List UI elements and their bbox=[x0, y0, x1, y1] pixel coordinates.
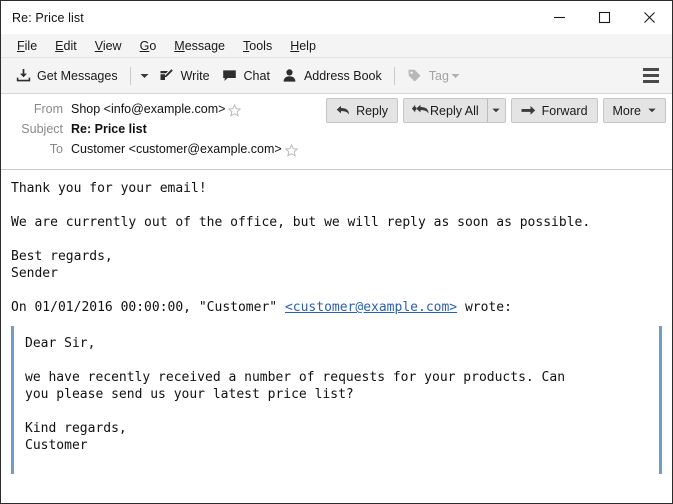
hamburger-menu-icon[interactable] bbox=[638, 63, 664, 88]
quote-attribution-suffix: wrote: bbox=[457, 300, 512, 315]
from-value-wrap: Shop <info@example.com> bbox=[71, 102, 242, 117]
write-button[interactable]: Write bbox=[153, 63, 216, 89]
from-label: From bbox=[33, 102, 63, 116]
get-messages-button[interactable]: Get Messages bbox=[9, 63, 124, 89]
reply-all-dropdown[interactable] bbox=[488, 99, 505, 122]
quote-attribution-prefix: On 01/01/2016 00:00:00, "Customer" bbox=[11, 300, 285, 315]
forward-arrow-icon bbox=[521, 105, 536, 116]
message-blank-2 bbox=[1, 231, 672, 248]
reply-button[interactable]: Reply bbox=[326, 98, 399, 123]
hamburger-bar-3 bbox=[643, 80, 659, 83]
window-title: Re: Price list bbox=[12, 10, 84, 25]
window-controls bbox=[537, 1, 672, 34]
reply-arrow-icon bbox=[336, 105, 350, 116]
message-signoff: Best regards, bbox=[11, 249, 113, 264]
message-greeting: Thank you for your email! bbox=[11, 181, 207, 196]
reply-all-split-button: Reply All bbox=[403, 98, 506, 123]
quote-line-1 bbox=[14, 352, 659, 369]
quoted-message-block: Dear Sir, we have recently received a nu… bbox=[11, 326, 662, 474]
message-body-pane: Thank you for your email! We are current… bbox=[1, 170, 672, 503]
more-chevron-down-icon bbox=[648, 108, 656, 113]
menu-edit[interactable]: Edit bbox=[46, 35, 86, 57]
chat-button[interactable]: Chat bbox=[216, 63, 276, 89]
quote-line-4 bbox=[14, 403, 659, 420]
main-toolbar: Get Messages Write Chat Address Book Tag bbox=[1, 58, 672, 94]
reply-actions-group: Reply Reply All Forward More bbox=[326, 98, 666, 123]
menu-message[interactable]: Message bbox=[165, 35, 234, 57]
subject-label: Subject bbox=[21, 122, 63, 136]
reply-all-button[interactable]: Reply All bbox=[404, 99, 487, 122]
more-button[interactable]: More bbox=[602, 98, 666, 123]
subject-value: Re: Price list bbox=[71, 122, 147, 136]
to-label: To bbox=[49, 142, 63, 156]
menu-message-rest: essage bbox=[184, 38, 226, 53]
message-window: Re: Price list File Edit View Go Message… bbox=[0, 0, 673, 504]
message-blank-1 bbox=[1, 197, 672, 214]
quote-line-0: Dear Sir, bbox=[25, 336, 96, 351]
from-value: Shop <info@example.com> bbox=[71, 102, 226, 116]
toolbar-separator-1 bbox=[129, 66, 131, 85]
quote-line-5: Kind regards, bbox=[25, 421, 127, 436]
minimize-button[interactable] bbox=[537, 1, 582, 34]
toolbar-separator-2 bbox=[393, 66, 395, 85]
reply-all-label: Reply All bbox=[430, 103, 479, 118]
header-row-to: To Customer <customer@example.com> bbox=[1, 141, 672, 161]
download-icon bbox=[15, 68, 31, 84]
tag-icon bbox=[407, 68, 423, 84]
person-icon bbox=[282, 68, 298, 84]
address-book-label: Address Book bbox=[303, 68, 382, 83]
from-star-icon[interactable] bbox=[228, 103, 242, 117]
menu-bar: File Edit View Go Message Tools Help bbox=[1, 34, 672, 58]
header-row-subject: Subject Re: Price list bbox=[1, 121, 672, 141]
forward-label: Forward bbox=[541, 103, 588, 118]
to-value-wrap: Customer <customer@example.com> bbox=[71, 142, 298, 157]
menu-view-rest: iew bbox=[102, 38, 122, 53]
message-header-pane: From Shop <info@example.com> Subject Re:… bbox=[1, 94, 672, 170]
message-blank-3 bbox=[1, 282, 672, 299]
menu-go-rest: o bbox=[149, 38, 157, 53]
tag-button[interactable]: Tag bbox=[401, 63, 469, 89]
menu-go[interactable]: Go bbox=[131, 35, 166, 57]
tag-label: Tag bbox=[428, 68, 449, 83]
menu-tools[interactable]: Tools bbox=[234, 35, 281, 57]
title-bar: Re: Price list bbox=[1, 1, 672, 34]
speech-bubble-icon bbox=[222, 68, 238, 84]
hamburger-bar-2 bbox=[643, 74, 659, 77]
sender-email-link[interactable]: <customer@example.com> bbox=[285, 300, 457, 315]
menu-tools-rest: ools bbox=[249, 38, 273, 53]
quote-line-3: you please send us your latest price lis… bbox=[25, 387, 354, 402]
write-label: Write bbox=[180, 68, 210, 83]
more-label: More bbox=[612, 103, 641, 118]
maximize-button[interactable] bbox=[582, 1, 627, 34]
quote-attribution: On 01/01/2016 00:00:00, "Customer" <cust… bbox=[1, 299, 672, 316]
message-sender-name: Sender bbox=[11, 266, 58, 281]
menu-help-rest: elp bbox=[299, 38, 316, 53]
menu-view[interactable]: View bbox=[86, 35, 131, 57]
close-button[interactable] bbox=[627, 1, 672, 34]
menu-file[interactable]: File bbox=[8, 35, 46, 57]
pencil-compose-icon bbox=[159, 68, 175, 84]
quote-line-6: Customer bbox=[25, 438, 88, 453]
message-paragraph: We are currently out of the office, but … bbox=[11, 215, 591, 230]
menu-edit-rest: dit bbox=[63, 38, 77, 53]
reply-all-arrow-icon bbox=[411, 104, 430, 118]
chat-label: Chat bbox=[243, 68, 270, 83]
address-book-button[interactable]: Address Book bbox=[276, 63, 388, 89]
get-messages-dropdown[interactable] bbox=[137, 63, 153, 89]
hamburger-bar-1 bbox=[643, 68, 659, 71]
to-value: Customer <customer@example.com> bbox=[71, 142, 282, 156]
menu-help[interactable]: Help bbox=[281, 35, 325, 57]
forward-button[interactable]: Forward bbox=[510, 98, 598, 123]
menu-file-rest: ile bbox=[24, 38, 38, 53]
get-messages-label: Get Messages bbox=[37, 68, 118, 83]
reply-label: Reply bbox=[356, 103, 389, 118]
to-star-icon[interactable] bbox=[284, 143, 298, 157]
tag-dropdown[interactable] bbox=[449, 73, 463, 79]
quote-line-2: we have recently received a number of re… bbox=[25, 370, 566, 385]
